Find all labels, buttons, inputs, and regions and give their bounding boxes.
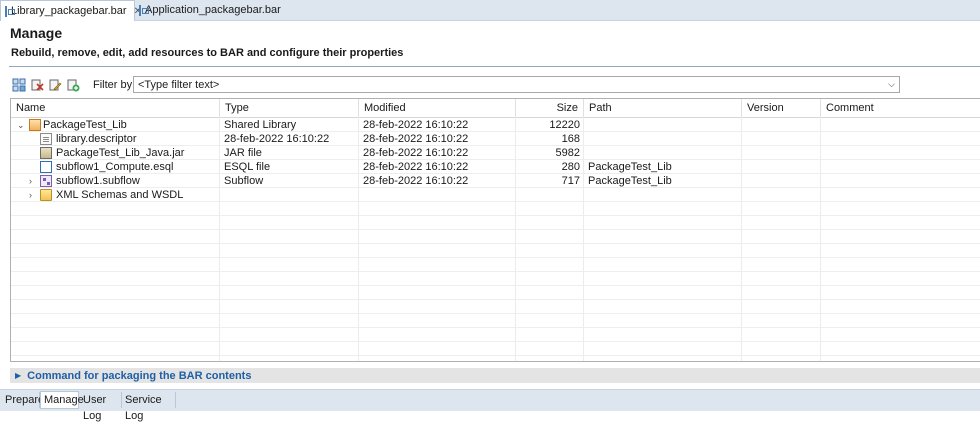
editor-tab-label: Application_packagebar.bar <box>145 4 281 16</box>
filter-input[interactable] <box>134 77 882 92</box>
column-header-version[interactable]: Version <box>742 99 821 117</box>
row-gridline <box>11 229 980 230</box>
row-name: library.descriptor <box>56 133 137 145</box>
tab-service-log[interactable]: Service Log <box>122 392 176 422</box>
table-row[interactable]: › subflow1.subflow Subflow 28-feb-2022 1… <box>11 174 980 188</box>
table-row[interactable]: ⌄ PackageTest_Lib Shared Library 28-feb-… <box>11 118 980 132</box>
row-modified: 28-feb-2022 16:10:22 <box>363 147 469 159</box>
row-name: PackageTest_Lib_Java.jar <box>56 147 185 159</box>
descriptor-file-icon <box>40 133 52 145</box>
column-header-size[interactable]: Size <box>516 99 584 117</box>
rebuild-icon[interactable] <box>12 78 26 92</box>
row-path <box>584 146 742 160</box>
row-path: PackageTest_Lib <box>588 175 672 187</box>
header-divider <box>9 66 980 67</box>
table-row[interactable]: PackageTest_Lib_Java.jar JAR file 28-feb… <box>11 146 980 160</box>
subflow-icon <box>40 175 52 187</box>
editor-tab-library-packagebar[interactable]: Library_packagebar.bar ✕ <box>0 0 142 21</box>
row-gridline <box>11 215 980 216</box>
row-gridline <box>11 327 980 328</box>
row-gridline <box>11 257 980 258</box>
row-name: PackageTest_Lib <box>43 119 127 131</box>
table-header: Name Type Modified Size Path Version Com… <box>11 99 980 118</box>
chevron-right-icon[interactable]: ▶ <box>15 371 21 380</box>
row-gridline <box>11 313 980 314</box>
row-gridline <box>11 285 980 286</box>
command-section-label[interactable]: Command for packaging the BAR contents <box>27 370 251 382</box>
table-row[interactable]: › XML Schemas and WSDL <box>11 188 980 202</box>
command-section-header[interactable]: ▶ Command for packaging the BAR contents <box>10 368 980 383</box>
chevron-right-icon[interactable]: › <box>29 174 32 188</box>
row-type: Shared Library <box>224 119 297 131</box>
row-type: Subflow <box>224 175 264 187</box>
bar-contents-table: Name Type Modified Size Path Version Com… <box>10 98 980 362</box>
jar-file-icon <box>40 147 52 159</box>
row-gridline <box>11 271 980 272</box>
editor-tab-application-packagebar[interactable]: Application_packagebar.bar <box>135 0 281 20</box>
bar-file-icon <box>139 4 149 16</box>
row-type: 28-feb-2022 16:10:22 <box>224 133 330 145</box>
row-size: 280 <box>561 161 580 173</box>
chevron-down-icon[interactable]: ⌵ <box>888 79 895 90</box>
bar-file-icon <box>5 5 15 17</box>
column-header-name[interactable]: Name <box>11 99 220 117</box>
row-gridline <box>11 355 980 356</box>
column-header-modified[interactable]: Modified <box>359 99 516 117</box>
esql-file-icon <box>40 161 52 173</box>
chevron-right-icon[interactable]: › <box>29 188 32 202</box>
row-name: XML Schemas and WSDL <box>56 189 184 201</box>
row-modified: 28-feb-2022 16:10:22 <box>363 133 469 145</box>
row-type: JAR file <box>224 147 262 159</box>
column-header-path[interactable]: Path <box>584 99 742 117</box>
row-gridline <box>11 243 980 244</box>
tab-manage[interactable]: Manage <box>40 391 84 409</box>
tab-user-log[interactable]: User Log <box>80 392 122 422</box>
row-name: subflow1.subflow <box>56 175 140 187</box>
column-header-comment[interactable]: Comment <box>821 99 980 117</box>
page-title: Manage <box>10 25 63 41</box>
filter-label: Filter by: <box>93 79 136 91</box>
editor-tab-label: Library_packagebar.bar <box>11 5 127 17</box>
edit-icon[interactable] <box>48 78 62 92</box>
tab-prepare[interactable]: Prepare <box>2 392 44 408</box>
row-size: 168 <box>561 133 580 145</box>
column-header-type[interactable]: Type <box>220 99 359 117</box>
table-row[interactable]: library.descriptor 28-feb-2022 16:10:22 … <box>11 132 980 146</box>
row-name: subflow1_Compute.esql <box>56 161 174 173</box>
row-path <box>584 132 742 146</box>
row-path: PackageTest_Lib <box>588 161 672 173</box>
chevron-expanded-icon[interactable]: ⌄ <box>17 118 25 132</box>
row-size: 12220 <box>549 119 580 131</box>
bottom-tab-bar: Prepare Manage User Log Service Log <box>0 389 980 422</box>
editor-tab-bar: Library_packagebar.bar ✕ Application_pac… <box>0 0 980 21</box>
row-gridline <box>11 299 980 300</box>
remove-icon[interactable] <box>30 78 44 92</box>
row-type: ESQL file <box>224 161 271 173</box>
table-row[interactable]: subflow1_Compute.esql ESQL file 28-feb-2… <box>11 160 980 174</box>
row-modified: 28-feb-2022 16:10:22 <box>363 119 469 131</box>
row-gridline <box>11 341 980 342</box>
filter-combo[interactable]: ⌵ <box>133 76 900 93</box>
folder-icon <box>40 189 52 201</box>
row-modified: 28-feb-2022 16:10:22 <box>363 161 469 173</box>
add-resource-icon[interactable] <box>66 78 80 92</box>
row-size: 5982 <box>555 147 580 159</box>
page-subtitle: Rebuild, remove, edit, add resources to … <box>11 47 404 59</box>
row-modified: 28-feb-2022 16:10:22 <box>363 175 469 187</box>
row-path <box>584 118 742 132</box>
row-size: 717 <box>561 175 580 187</box>
